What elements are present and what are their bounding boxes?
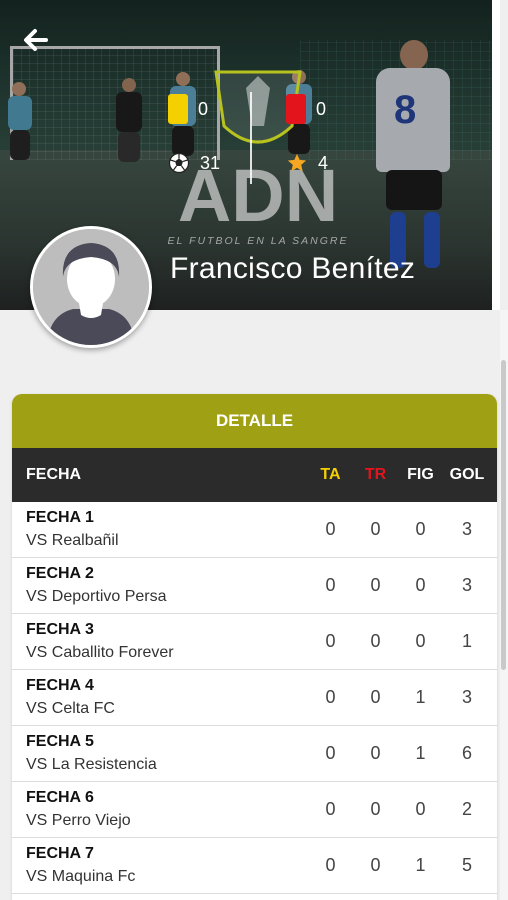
row-gol: 2 (461, 799, 472, 819)
row-fecha: FECHA 3 (26, 620, 94, 638)
hero-edge (492, 0, 500, 310)
row-opponent: VS Maquina Fc (26, 867, 136, 885)
table-header-row: FECHA TA TR FIG GOL (12, 448, 497, 502)
row-gol: 6 (461, 743, 472, 763)
row-fig: 0 (415, 631, 426, 651)
row-tr: 0 (370, 743, 381, 763)
row-opponent: VS Realbañil (26, 531, 119, 549)
row-fecha: FECHA 5 (26, 732, 94, 750)
red-card-icon (286, 94, 306, 124)
goals-stat: 31 (168, 152, 220, 174)
table-row: FECHA 5 VS La Resistencia 0 0 1 6 (12, 726, 497, 782)
red-card-stat: 0 (286, 94, 326, 124)
row-tr: 0 (370, 519, 381, 539)
row-gol: 3 (461, 575, 472, 595)
star-icon (287, 153, 307, 172)
row-opponent: VS Perro Viejo (26, 811, 131, 829)
detail-card: DETALLE FECHA TA TR FIG GOL FECHA 1 VS Re… (12, 394, 497, 900)
back-button[interactable] (18, 22, 54, 58)
row-fecha: FECHA 7 (26, 844, 94, 862)
row-ta: 0 (325, 855, 336, 875)
scrollbar-thumb[interactable] (501, 360, 506, 670)
user-silhouette-icon (33, 229, 149, 345)
player-name: Francisco Benítez (170, 252, 416, 285)
row-fecha: FECHA 2 (26, 564, 94, 582)
row-fig: 0 (415, 575, 426, 595)
row-fecha: FECHA 6 (26, 788, 94, 806)
table-row: FECHA 3 VS Caballito Forever 0 0 0 1 (12, 614, 497, 670)
row-gol: 5 (461, 855, 472, 875)
row-tr: 0 (370, 575, 381, 595)
soccer-ball-icon (168, 152, 190, 174)
row-gol: 3 (461, 687, 472, 707)
column-header-tr: TR (364, 466, 387, 483)
row-ta: 0 (325, 575, 336, 595)
row-tr: 0 (370, 631, 381, 651)
row-fig: 1 (415, 855, 426, 875)
table-row: FECHA 4 VS Celta FC 0 0 1 3 (12, 670, 497, 726)
detail-header: DETALLE (12, 394, 497, 448)
player-profile-screen: 8 ADN EL FUTBOL EN LA SANGRE 0 0 31 4 Fr… (0, 0, 508, 900)
arrow-left-icon (24, 29, 48, 51)
row-opponent: VS Celta FC (26, 699, 115, 717)
column-header-fecha: FECHA (26, 466, 82, 483)
mvp-stat: 4 (286, 152, 328, 174)
row-tr: 0 (370, 855, 381, 875)
row-fig: 1 (415, 687, 426, 707)
row-ta: 0 (325, 799, 336, 819)
table-row: FECHA 2 VS Deportivo Persa 0 0 0 3 (12, 558, 497, 614)
column-header-ta: TA (320, 466, 341, 483)
row-fecha: FECHA 4 (26, 676, 94, 694)
row-opponent: VS La Resistencia (26, 755, 157, 773)
row-fig: 0 (415, 799, 426, 819)
table-row: FECHA 7 VS Maquina Fc 0 0 1 5 (12, 838, 497, 894)
table-row: FECHA 1 VS Realbañil 0 0 0 3 (12, 502, 497, 558)
row-fecha: FECHA 1 (26, 508, 94, 526)
stats-divider (250, 92, 252, 184)
row-fig: 0 (415, 519, 426, 539)
row-tr: 0 (370, 799, 381, 819)
goals-count: 31 (200, 152, 221, 173)
row-fig: 1 (415, 743, 426, 763)
yellow-card-count: 0 (198, 98, 209, 119)
row-opponent: VS Caballito Forever (26, 643, 174, 661)
table-row: FECHA 6 VS Perro Viejo 0 0 0 2 (12, 782, 497, 838)
row-ta: 0 (325, 519, 336, 539)
row-ta: 0 (325, 631, 336, 651)
yellow-card-stat: 0 (168, 94, 208, 124)
row-opponent: VS Deportivo Persa (26, 587, 167, 605)
avatar (30, 226, 152, 348)
red-card-count: 0 (316, 98, 327, 119)
column-header-gol: GOL (449, 466, 485, 483)
mvp-count: 4 (318, 152, 329, 173)
yellow-card-icon (168, 94, 188, 124)
row-ta: 0 (325, 743, 336, 763)
row-ta: 0 (325, 687, 336, 707)
row-gol: 1 (461, 631, 472, 651)
column-header-fig: FIG (407, 466, 434, 483)
row-gol: 3 (461, 519, 472, 539)
row-tr: 0 (370, 687, 381, 707)
